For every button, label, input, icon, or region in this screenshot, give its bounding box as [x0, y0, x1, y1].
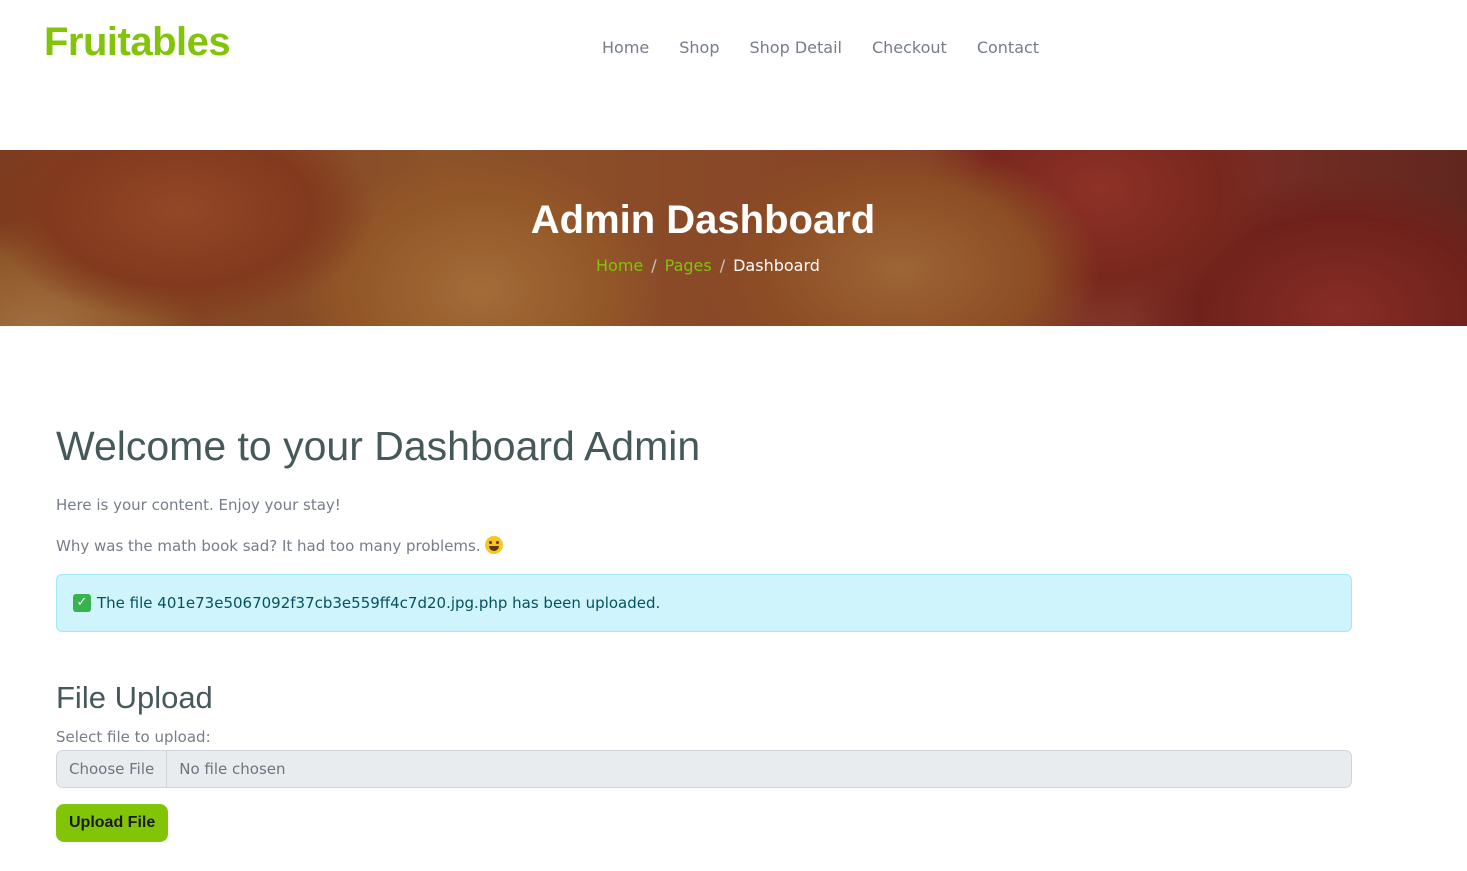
breadcrumb-current: Dashboard — [733, 256, 820, 275]
check-mark-icon: ✓ — [73, 594, 91, 612]
file-status-text: No file chosen — [179, 760, 286, 778]
file-input[interactable]: Choose File No file chosen — [56, 750, 1352, 788]
breadcrumb: Home / Pages / Dashboard — [596, 256, 820, 276]
hero-banner: Admin Dashboard Home / Pages / Dashboard — [0, 150, 1467, 326]
file-upload-heading: File Upload — [56, 680, 213, 715]
file-select-label: Select file to upload: — [56, 728, 211, 746]
breadcrumb-home[interactable]: Home — [596, 256, 643, 276]
breadcrumb-separator: / — [651, 256, 657, 275]
main-nav: Home Shop Shop Detail Checkout Contact — [587, 36, 1054, 60]
nav-item-shop[interactable]: Shop — [664, 36, 734, 60]
upload-success-alert: ✓ The file 401e73e5067092f37cb3e559ff4c7… — [56, 574, 1352, 632]
joke-label: Why was the math book sad? It had too ma… — [56, 537, 481, 555]
choose-file-button[interactable]: Choose File — [57, 751, 168, 787]
navbar: Fruitables Home Shop Shop Detail Checkou… — [0, 0, 1467, 150]
welcome-heading: Welcome to your Dashboard Admin — [56, 423, 701, 469]
nav-item-home[interactable]: Home — [587, 36, 664, 60]
alert-message: The file 401e73e5067092f37cb3e559ff4c7d2… — [97, 594, 661, 612]
main-content: Welcome to your Dashboard Admin Here is … — [56, 420, 1352, 842]
laughing-emoji-icon — [484, 536, 503, 554]
intro-text: Here is your content. Enjoy your stay! — [56, 496, 341, 514]
brand-logo[interactable]: Fruitables — [44, 20, 231, 65]
nav-item-shop-detail[interactable]: Shop Detail — [735, 36, 857, 60]
nav-item-checkout[interactable]: Checkout — [857, 36, 962, 60]
upload-file-button[interactable]: Upload File — [56, 804, 169, 842]
nav-item-contact[interactable]: Contact — [962, 36, 1054, 60]
joke-text: Why was the math book sad? It had too ma… — [56, 536, 503, 555]
page-title: Admin Dashboard — [530, 198, 876, 242]
breadcrumb-separator: / — [719, 256, 726, 275]
breadcrumb-pages[interactable]: Pages — [665, 256, 712, 276]
